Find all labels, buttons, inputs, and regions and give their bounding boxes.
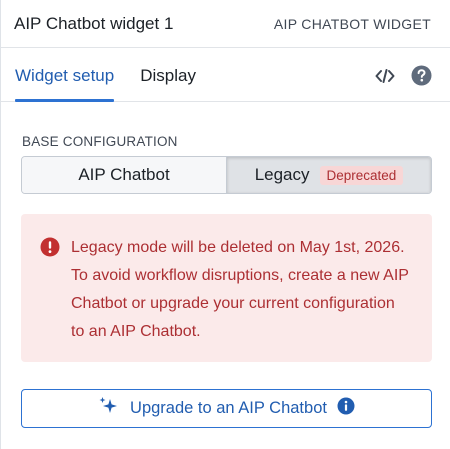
legacy-warning-callout: Legacy mode will be deleted on May 1st, … <box>21 214 432 362</box>
tab-widget-setup[interactable]: Widget setup <box>15 48 115 102</box>
base-configuration-toggle: AIP Chatbot Legacy Deprecated <box>21 156 432 194</box>
option-aip-chatbot-label: AIP Chatbot <box>78 165 170 184</box>
widget-title[interactable]: AIP Chatbot widget 1 <box>14 14 173 34</box>
info-icon[interactable] <box>337 397 355 420</box>
deprecated-tag: Deprecated <box>319 165 404 185</box>
upgrade-button[interactable]: Upgrade to an AIP Chatbot <box>21 389 432 428</box>
widget-config-panel: AIP Chatbot widget 1 AIP CHATBOT WIDGET … <box>0 0 450 449</box>
tab-list: Widget setup Display <box>15 48 196 102</box>
code-icon[interactable] <box>374 65 396 87</box>
tab-display[interactable]: Display <box>140 48 196 101</box>
tab-bar: Widget setup Display <box>1 48 450 102</box>
help-icon[interactable] <box>410 65 432 87</box>
base-configuration-label: BASE CONFIGURATION <box>22 134 178 149</box>
widget-type-label: AIP CHATBOT WIDGET <box>273 15 431 32</box>
option-legacy[interactable]: Legacy Deprecated <box>227 157 431 193</box>
panel-header: AIP Chatbot widget 1 AIP CHATBOT WIDGET <box>1 0 450 48</box>
tab-icon-group <box>374 48 432 101</box>
upgrade-button-label: Upgrade to an AIP Chatbot <box>130 399 327 417</box>
sparkle-icon <box>98 396 120 421</box>
callout-message: Legacy mode will be deleted on May 1st, … <box>71 239 409 340</box>
option-aip-chatbot[interactable]: AIP Chatbot <box>22 157 227 193</box>
option-legacy-label: Legacy <box>254 165 310 184</box>
error-icon <box>40 237 60 257</box>
